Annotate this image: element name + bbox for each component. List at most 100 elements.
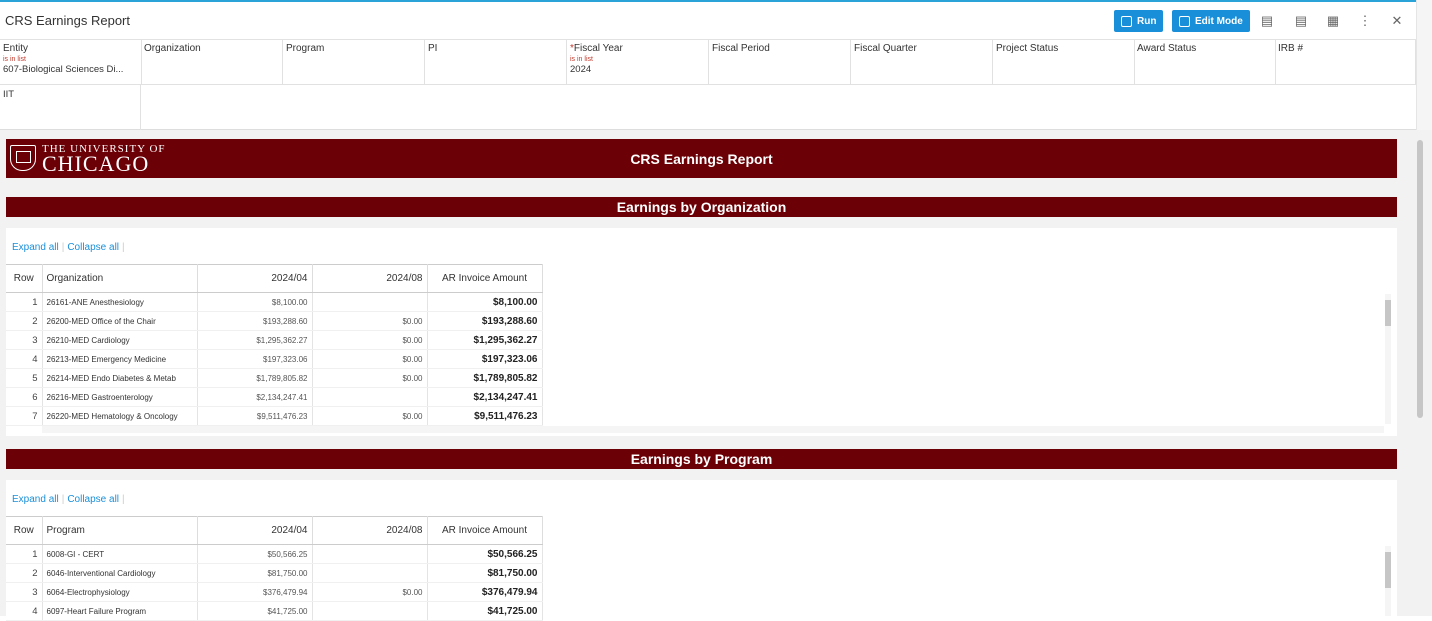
collapse-all-link[interactable]: Collapse all — [67, 242, 119, 253]
cell-ar-invoice-amount: $2,134,247.41 — [427, 387, 543, 407]
page-scroll-thumb[interactable] — [1417, 140, 1423, 418]
program-vertical-scrollbar[interactable] — [1385, 546, 1391, 616]
filter-award-status[interactable]: Award Status — [1134, 40, 1276, 84]
filter-pi[interactable]: PI — [425, 40, 567, 84]
table-row[interactable]: 2 26200-MED Office of the Chair $193,288.6… — [6, 311, 543, 331]
cell-2024-04: $81,750.00 — [197, 563, 313, 583]
filter-label-text: PI — [428, 43, 438, 54]
cell-2024-08 — [312, 563, 428, 583]
table-row[interactable]: 3 6064-Electrophysiology $376,479.94 $0.00 $… — [6, 582, 543, 602]
filter-label: *Fiscal Year — [570, 43, 705, 54]
cell-2024-04: $50,566.25 — [197, 544, 313, 564]
filter-organization[interactable]: Organization — [141, 40, 283, 84]
table-row[interactable]: 7 26220-MED Hematology & Oncology $9,511,4… — [6, 406, 543, 426]
cell-ar-invoice-amount: $50,566.25 — [427, 544, 543, 564]
filter-label: Program — [286, 43, 421, 54]
expand-controls: Expand all | Collapse all | — [12, 242, 125, 253]
top-bar: CRS Earnings Report Run Edit Mode ▤ ▤ ▦ … — [0, 0, 1416, 40]
cell-ar-invoice-amount: $1,789,805.82 — [427, 368, 543, 388]
filter-program[interactable]: Program — [283, 40, 425, 84]
filter-fiscal-quarter[interactable]: Fiscal Quarter — [851, 40, 993, 84]
scroll-thumb[interactable] — [1385, 552, 1391, 588]
section-title-program: Earnings by Program — [6, 449, 1397, 469]
column-header[interactable]: 2024/08 — [312, 516, 428, 545]
cell-2024-04: $9,511,476.23 — [197, 406, 313, 426]
column-header[interactable]: AR Invoice Amount — [427, 264, 543, 293]
row-number: 3 — [6, 582, 43, 602]
filter-label-text: Project Status — [996, 43, 1059, 54]
filter-icon[interactable]: ▤ — [1259, 13, 1275, 29]
table-row[interactable]: 6 26216-MED Gastroenterology $2,134,247.41… — [6, 387, 543, 407]
scroll-thumb[interactable] — [1385, 300, 1391, 326]
column-header[interactable]: 2024/04 — [197, 516, 313, 545]
table-row[interactable]: 4 26213-MED Emergency Medicine $197,323.06… — [6, 349, 543, 369]
table-row[interactable]: 1 6008-GI - CERT $50,566.25 $50,566.25 — [6, 544, 543, 564]
filter-label-text: Award Status — [1137, 43, 1197, 54]
cell-2024-08 — [312, 292, 428, 312]
filter-label: Fiscal Quarter — [854, 43, 989, 54]
cell-2024-04: $376,479.94 — [197, 582, 313, 602]
column-header[interactable]: AR Invoice Amount — [427, 516, 543, 545]
table-row[interactable]: 4 6097-Heart Failure Program $41,725.00 $41… — [6, 601, 543, 621]
row-label: 26220-MED Hematology & Oncology — [42, 406, 198, 426]
run-button[interactable]: Run — [1114, 10, 1164, 32]
report-banner: THE UNIVERSITY OF CHICAGO CRS Earnings R… — [6, 139, 1397, 178]
row-label: 6097-Heart Failure Program — [42, 601, 198, 621]
column-header[interactable]: 2024/04 — [197, 264, 313, 293]
expand-all-link[interactable]: Expand all — [12, 494, 59, 505]
filter-irb[interactable]: IRB # — [1275, 40, 1416, 84]
row-label: 26210-MED Cardiology — [42, 330, 198, 350]
table-row[interactable]: 3 26210-MED Cardiology $1,295,362.27 $0.00 $… — [6, 330, 543, 350]
filter-label: PI — [428, 43, 563, 54]
organization-horizontal-scrollbar[interactable] — [42, 426, 1384, 433]
cell-2024-08 — [312, 544, 428, 564]
expand-all-link[interactable]: Expand all — [12, 242, 59, 253]
column-header[interactable]: Row — [6, 264, 43, 293]
table-row[interactable]: 1 26161-ANE Anesthesiology $8,100.00 $8,100… — [6, 292, 543, 312]
filter-row-empty — [141, 84, 1416, 130]
program-table: Row Program 2024/04 2024/08 AR Invoice Amoun… — [6, 516, 543, 621]
more-icon[interactable]: ⋮ — [1357, 13, 1373, 29]
filter-label-text: Program — [286, 43, 325, 54]
edit-mode-label: Edit Mode — [1195, 15, 1243, 27]
organization-vertical-scrollbar[interactable] — [1385, 294, 1391, 424]
table-row[interactable]: 2 6046-Interventional Cardiology $81,750.0… — [6, 563, 543, 583]
page-scrollbar[interactable] — [1408, 130, 1432, 616]
row-label: 26214-MED Endo Diabetes & Metab — [42, 368, 198, 388]
calendar-icon[interactable]: ▦ — [1325, 13, 1341, 29]
cell-ar-invoice-amount: $81,750.00 — [427, 563, 543, 583]
close-icon[interactable]: ✕ — [1389, 13, 1405, 29]
filter-project-status[interactable]: Project Status — [993, 40, 1135, 84]
header-row: Row Organization 2024/04 2024/08 AR Invoice … — [6, 264, 543, 293]
right-edge — [1416, 0, 1432, 130]
row-label: 26213-MED Emergency Medicine — [42, 349, 198, 369]
filter-fiscal-period[interactable]: Fiscal Period — [709, 40, 851, 84]
row-number: 4 — [6, 601, 43, 621]
row-number: 7 — [6, 406, 43, 426]
table-row[interactable]: 5 26214-MED Endo Diabetes & Metab $1,789,8… — [6, 368, 543, 388]
run-label: Run — [1137, 15, 1157, 27]
filter-fiscal-year[interactable]: *Fiscal Year is in list 2024 — [567, 40, 709, 84]
column-header[interactable]: 2024/08 — [312, 264, 428, 293]
filter-label: Fiscal Period — [712, 43, 847, 54]
row-number: 2 — [6, 311, 43, 331]
filter-label-text: IRB # — [1278, 43, 1304, 54]
collapse-all-link[interactable]: Collapse all — [67, 494, 119, 505]
cell-ar-invoice-amount: $376,479.94 — [427, 582, 543, 602]
column-header[interactable]: Program — [42, 516, 198, 545]
row-number: 6 — [6, 387, 43, 407]
filter-entity[interactable]: Entity is in list 607-Biological Sciences … — [0, 40, 142, 84]
row-label: 6064-Electrophysiology — [42, 582, 198, 602]
filter-label: Organization — [144, 43, 279, 54]
document-icon[interactable]: ▤ — [1293, 13, 1309, 29]
filter-iit[interactable]: IIT — [0, 84, 141, 130]
row-number: 1 — [6, 292, 43, 312]
expand-controls: Expand all | Collapse all | — [12, 494, 125, 505]
column-header[interactable]: Organization — [42, 264, 198, 293]
filter-label-text: Fiscal Quarter — [854, 43, 917, 54]
edit-mode-button[interactable]: Edit Mode — [1172, 10, 1250, 32]
row-number: 5 — [6, 368, 43, 388]
column-header[interactable]: Row — [6, 516, 43, 545]
cell-ar-invoice-amount: $1,295,362.27 — [427, 330, 543, 350]
play-icon — [1121, 15, 1132, 27]
